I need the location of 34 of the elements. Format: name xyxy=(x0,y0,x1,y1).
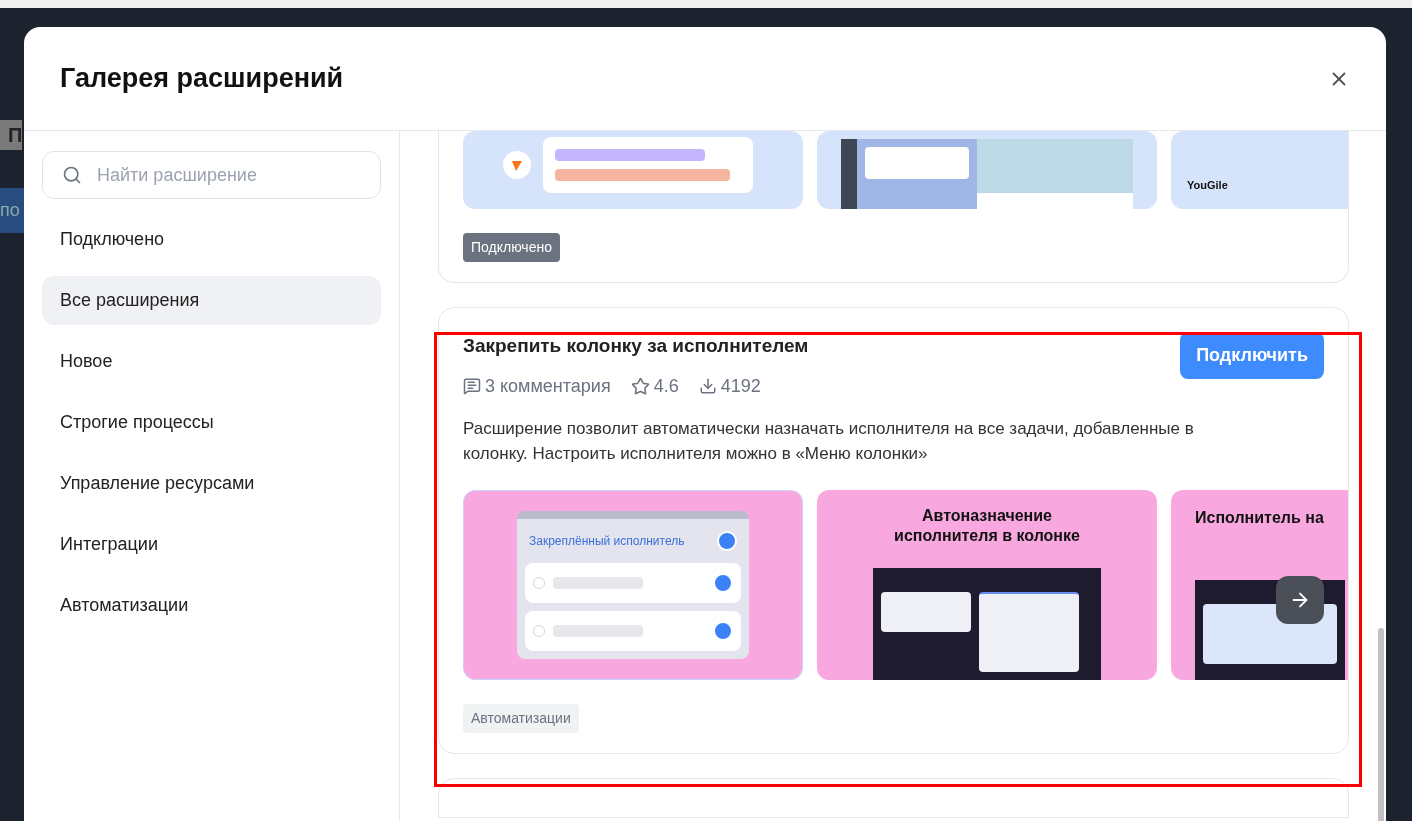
backdrop-text: П xyxy=(0,120,23,150)
image-caption: Закреплённый исполнитель xyxy=(529,532,685,550)
preview-image[interactable]: Автоназначение исполнителя в колонке xyxy=(817,489,1157,680)
sidebar-item[interactable]: Все расширения xyxy=(42,276,381,325)
avatar-icon xyxy=(717,530,737,551)
tag: Подключено xyxy=(463,233,560,262)
comments-count: 3 комментария xyxy=(485,374,611,398)
sidebar-item[interactable]: Автоматизации xyxy=(42,581,381,630)
image-caption: Автоназначение исполнителя в колонке xyxy=(893,505,1081,546)
sidebar-item[interactable]: Строгие процессы xyxy=(42,398,381,447)
preview-image[interactable] xyxy=(817,131,1157,209)
preview-image[interactable]: YouGile xyxy=(1171,131,1348,209)
next-arrow-button[interactable] xyxy=(1276,576,1324,624)
search-icon xyxy=(62,165,82,185)
downloads-count: 4192 xyxy=(720,374,761,398)
dialog-title: Галерея расширений xyxy=(60,62,344,96)
rating: 4.6 xyxy=(653,374,679,398)
extension-title: Закрепить колонку за исполнителем xyxy=(463,334,809,358)
star-icon xyxy=(630,376,650,396)
comment-icon xyxy=(463,377,481,395)
logo-text: YouGile xyxy=(1187,177,1228,193)
logo-icon xyxy=(503,151,531,179)
preview-image[interactable]: Исполнитель на xyxy=(1171,489,1348,680)
tag: Автоматизации xyxy=(463,703,579,733)
sidebar-item[interactable]: Подключено xyxy=(42,215,381,264)
image-caption: Исполнитель на xyxy=(1195,507,1324,528)
sidebar-item[interactable]: Управление ресурсами xyxy=(42,459,381,508)
sidebar-item[interactable]: Новое xyxy=(42,337,381,386)
sidebar-item[interactable]: Интеграции xyxy=(42,520,381,569)
preview-image[interactable]: Закреплённый исполнитель xyxy=(463,489,803,680)
search-field[interactable]: Найти расширение xyxy=(42,151,381,199)
extension-description: Расширение позволит автоматически назначать исполнителя на все задачи, добавленные в колонку. Настроить исполнителя можно в «Меню колонки» xyxy=(463,417,1195,465)
download-icon xyxy=(698,377,717,395)
scrollbar-thumb[interactable] xyxy=(1378,628,1384,821)
